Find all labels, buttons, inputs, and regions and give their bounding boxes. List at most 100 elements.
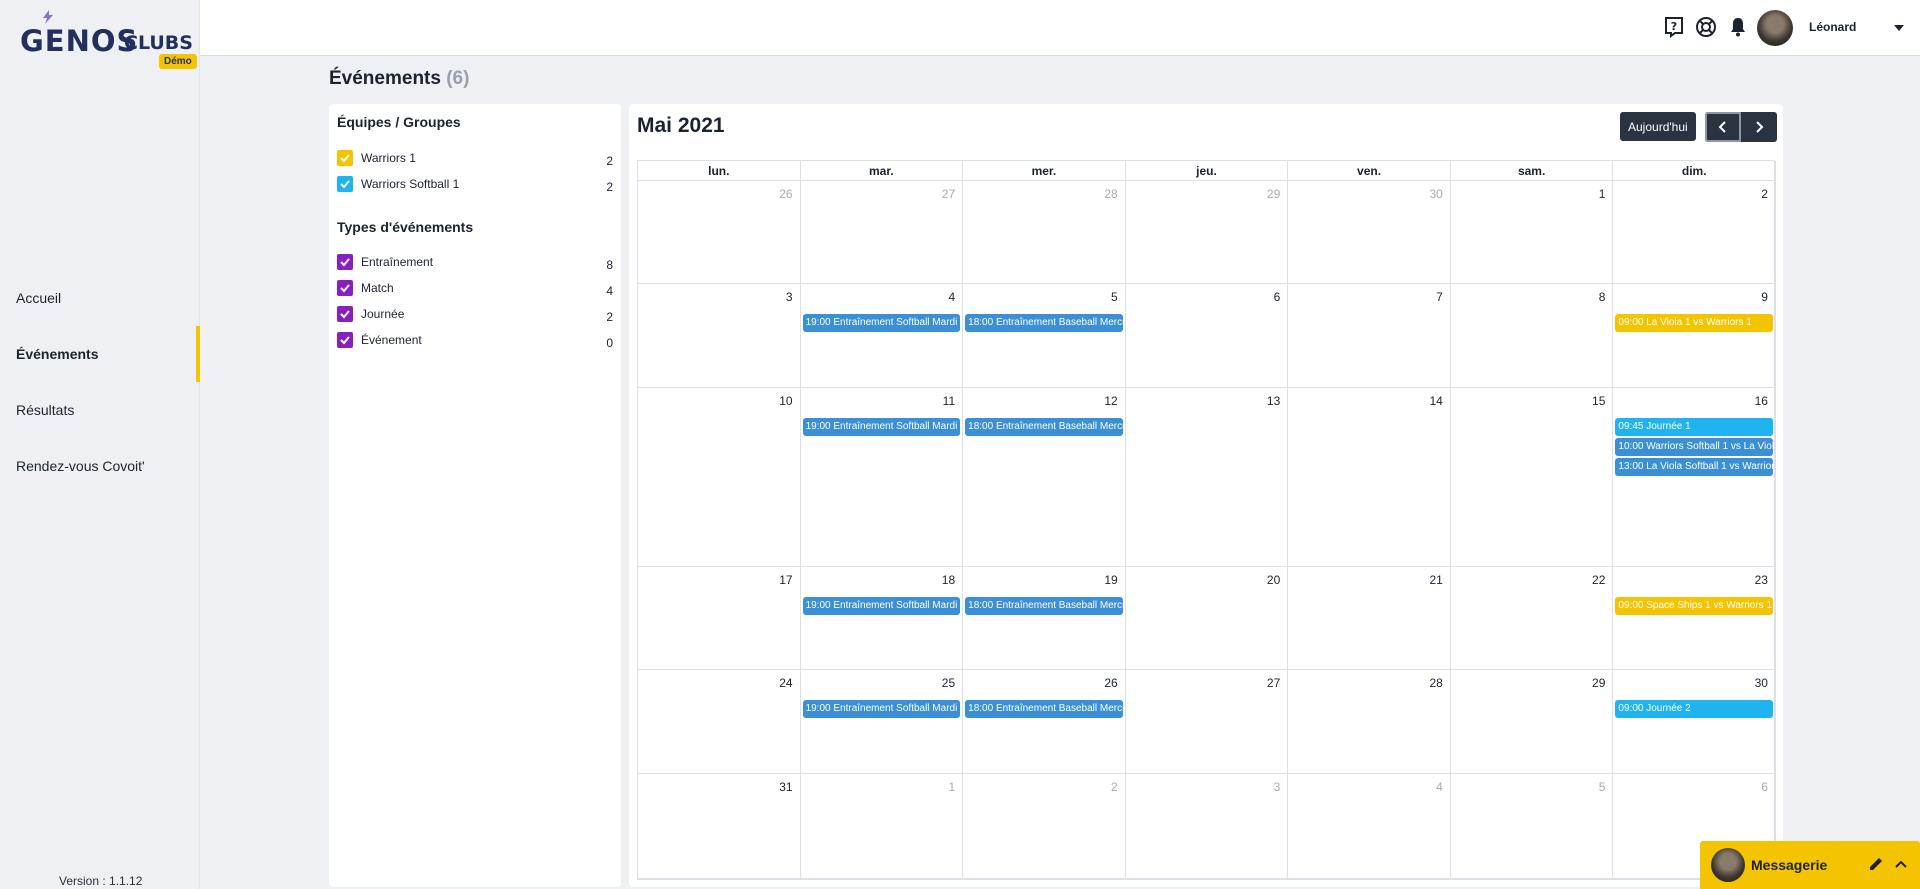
day-cell[interactable]: 26 xyxy=(638,181,801,284)
day-cell[interactable]: 26 18:00 Entraînement Baseball Mercredi xyxy=(963,670,1126,774)
checkbox-checked-icon[interactable] xyxy=(337,306,353,322)
day-cell[interactable]: 4 19:00 Entraînement Softball Mardi xyxy=(800,284,964,388)
day-cell[interactable]: 29 xyxy=(1450,670,1614,774)
filter-team-warriors-softball-1[interactable]: Warriors Softball 1 2 xyxy=(337,174,613,194)
filter-type-evenement[interactable]: Événement 0 xyxy=(337,330,613,350)
calendar-event[interactable]: 19:00 Entraînement Softball Mardi xyxy=(802,700,961,718)
calendar-event[interactable]: 18:00 Entraînement Baseball Mercredi xyxy=(965,597,1123,615)
day-cell[interactable]: 21 xyxy=(1288,567,1451,670)
day-cell[interactable]: 24 xyxy=(638,670,801,774)
day-number: 20 xyxy=(1266,573,1281,587)
filter-label: Warriors Softball 1 xyxy=(361,177,460,191)
weekday-header: sam. xyxy=(1450,161,1614,181)
day-cell[interactable]: 11 19:00 Entraînement Softball Mardi xyxy=(800,388,964,567)
day-cell[interactable]: 31 xyxy=(638,774,801,879)
calendar-event[interactable]: 09:00 Space Ships 1 vs Warriors 1 xyxy=(1615,597,1773,615)
day-number: 26 xyxy=(779,187,793,201)
filter-type-match[interactable]: Match 4 xyxy=(337,278,613,298)
day-cell[interactable]: 5 18:00 Entraînement Baseball Mercredi xyxy=(963,284,1126,388)
day-number: 29 xyxy=(1266,187,1281,201)
calendar-event[interactable]: 13:00 La Viola Softball 1 vs Warriors So… xyxy=(1615,458,1773,476)
calendar-event[interactable]: 18:00 Entraînement Baseball Mercredi xyxy=(965,314,1123,332)
day-cell[interactable]: 5 xyxy=(1450,774,1614,879)
messagerie-label: Messagerie xyxy=(1751,857,1828,873)
nav-item-resultats[interactable]: Résultats xyxy=(0,382,200,438)
today-button[interactable]: Aujourd'hui xyxy=(1620,112,1696,141)
support-icon[interactable] xyxy=(1694,15,1718,39)
day-cell[interactable]: 20 xyxy=(1125,567,1289,670)
nav-item-accueil[interactable]: Accueil xyxy=(0,270,200,326)
filter-team-warriors-1[interactable]: Warriors 1 2 xyxy=(337,148,613,168)
day-cell[interactable]: 30 xyxy=(1288,181,1451,284)
day-number: 13 xyxy=(1266,394,1281,408)
nav-item-covoit[interactable]: Rendez-vous Covoit' xyxy=(0,438,200,494)
calendar-event[interactable]: 19:00 Entraînement Softball Mardi xyxy=(802,597,961,615)
day-cell[interactable]: 25 19:00 Entraînement Softball Mardi xyxy=(800,670,964,774)
messagerie-bar[interactable]: Messagerie xyxy=(1700,841,1920,889)
calendar-event[interactable]: 19:00 Entraînement Softball Mardi xyxy=(802,314,961,332)
day-cell[interactable]: 27 xyxy=(1125,670,1289,774)
weekday-header: dim. xyxy=(1613,161,1776,181)
day-cell[interactable]: 14 xyxy=(1288,388,1451,567)
day-cell[interactable]: 29 xyxy=(1125,181,1289,284)
checkbox-checked-icon[interactable] xyxy=(337,150,353,166)
day-cell[interactable]: 8 xyxy=(1450,284,1614,388)
day-cell[interactable]: 10 xyxy=(638,388,801,567)
teams-heading: Équipes / Groupes xyxy=(337,114,461,130)
next-month-button[interactable] xyxy=(1741,112,1777,142)
day-cell[interactable]: 7 xyxy=(1288,284,1451,388)
caret-down-icon[interactable] xyxy=(1893,22,1905,34)
nav-item-evenements[interactable]: Événements xyxy=(0,326,200,382)
nav-item-label: Accueil xyxy=(16,290,62,306)
day-cell[interactable]: 18 19:00 Entraînement Softball Mardi xyxy=(800,567,964,670)
previous-month-button[interactable] xyxy=(1705,112,1741,142)
day-cell[interactable]: 1 xyxy=(800,774,964,879)
filter-count: 2 xyxy=(606,180,613,194)
day-cell[interactable]: 6 xyxy=(1125,284,1289,388)
day-cell[interactable]: 2 xyxy=(963,774,1126,879)
calendar-event[interactable]: 10:00 Warriors Softball 1 vs La Viola So… xyxy=(1615,438,1773,456)
day-cell[interactable]: 9 09:00 La Viola 1 vs Warriors 1 xyxy=(1613,284,1776,388)
day-cell[interactable]: 16 09:45 Journée 1 10:00 Warriors Softball… xyxy=(1613,388,1776,567)
day-cell[interactable]: 23 09:00 Space Ships 1 vs Warriors 1 xyxy=(1613,567,1776,670)
filter-type-entrainement[interactable]: Entraînement 8 xyxy=(337,252,613,272)
nav-item-label: Résultats xyxy=(16,402,75,418)
day-cell[interactable]: 4 xyxy=(1288,774,1451,879)
calendar-event[interactable]: 19:00 Entraînement Softball Mardi xyxy=(802,418,961,436)
calendar-event[interactable]: 09:00 La Viola 1 vs Warriors 1 xyxy=(1615,314,1773,332)
weekday-header: ven. xyxy=(1288,161,1451,181)
calendar-event[interactable]: 09:45 Journée 1 xyxy=(1615,418,1773,436)
day-cell[interactable]: 17 xyxy=(638,567,801,670)
filter-type-journee[interactable]: Journée 2 xyxy=(337,304,613,324)
day-cell[interactable]: 22 xyxy=(1450,567,1614,670)
checkbox-checked-icon[interactable] xyxy=(337,254,353,270)
day-cell[interactable]: 13 xyxy=(1125,388,1289,567)
help-icon[interactable]: ? xyxy=(1662,15,1686,39)
day-cell[interactable]: 15 xyxy=(1450,388,1614,567)
calendar-event[interactable]: 18:00 Entraînement Baseball Mercredi xyxy=(965,418,1123,436)
day-cell[interactable]: 12 18:00 Entraînement Baseball Mercredi xyxy=(963,388,1126,567)
filter-panel: Équipes / Groupes Warriors 1 2 Warriors … xyxy=(329,104,621,887)
day-cell[interactable]: 3 xyxy=(638,284,801,388)
checkbox-checked-icon[interactable] xyxy=(337,332,353,348)
calendar-event[interactable]: 18:00 Entraînement Baseball Mercredi xyxy=(965,700,1123,718)
day-cell[interactable]: 2 xyxy=(1613,181,1776,284)
chevron-up-icon[interactable] xyxy=(1894,857,1908,871)
messagerie-avatar xyxy=(1711,848,1745,882)
checkbox-checked-icon[interactable] xyxy=(337,280,353,296)
day-cell[interactable]: 30 09:00 Journée 2 xyxy=(1613,670,1776,774)
user-avatar[interactable] xyxy=(1757,10,1793,46)
checkbox-checked-icon[interactable] xyxy=(337,176,353,192)
user-name[interactable]: Léonard xyxy=(1809,20,1856,34)
day-cell[interactable]: 28 xyxy=(963,181,1126,284)
day-cell[interactable]: 28 xyxy=(1288,670,1451,774)
day-number: 31 xyxy=(779,780,793,794)
day-cell[interactable]: 27 xyxy=(800,181,964,284)
bell-icon[interactable] xyxy=(1726,15,1750,39)
day-cell[interactable]: 19 18:00 Entraînement Baseball Mercredi xyxy=(963,567,1126,670)
calendar-event[interactable]: 09:00 Journée 2 xyxy=(1615,700,1773,718)
logo[interactable]: GENOS CLUBS Démo xyxy=(20,10,197,70)
pencil-icon[interactable] xyxy=(1868,856,1884,872)
day-cell[interactable]: 1 xyxy=(1450,181,1614,284)
day-cell[interactable]: 3 xyxy=(1125,774,1289,879)
